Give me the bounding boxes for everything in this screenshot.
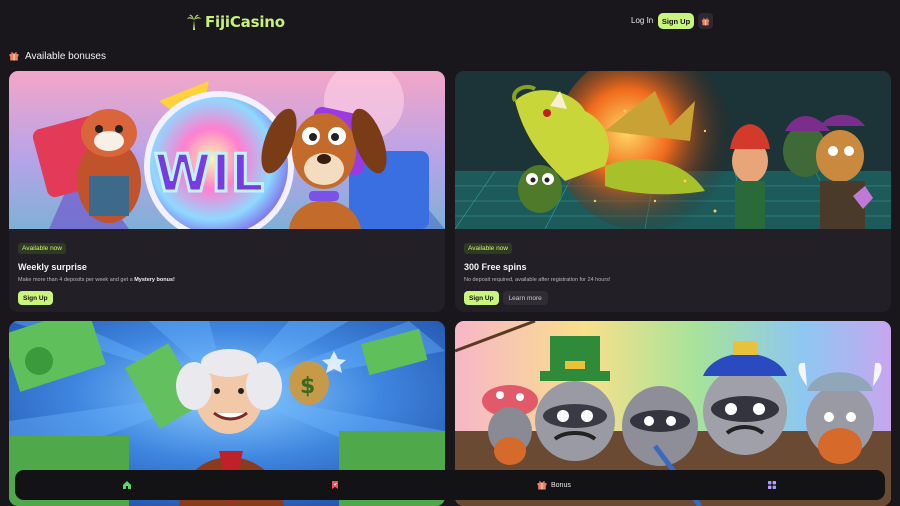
bonus-card-title: 300 Free spins — [464, 262, 527, 272]
description-highlight: Mystery bonus! — [134, 277, 175, 283]
header-signup-button[interactable]: Sign Up — [658, 13, 694, 29]
svg-text:$: $ — [300, 374, 315, 399]
bonus-card-body: Available now Weekly surprise Make more … — [18, 237, 436, 305]
section-title: Available bonuses — [25, 50, 106, 62]
logo-text: FijiCasino — [205, 13, 285, 31]
nav-games[interactable] — [767, 478, 777, 492]
gift-icon — [9, 52, 19, 61]
gift-icon — [701, 17, 710, 25]
bonus-card-body: Available now 300 Free spins No deposit … — [464, 237, 882, 305]
grid-icon — [768, 481, 776, 489]
fiji-casino-logo[interactable]: FijiCasino — [186, 12, 285, 32]
bonus-card-weekly-surprise: WIL Available now Weekly surprise Make m… — [9, 71, 445, 312]
login-link[interactable]: Log In — [627, 14, 657, 27]
bonus-card-actions: Sign Up — [18, 291, 436, 305]
home-icon — [123, 481, 131, 489]
section-heading: Available bonuses — [9, 49, 106, 63]
bookmark-icon — [332, 481, 338, 489]
header-gift-button[interactable] — [698, 13, 713, 29]
svg-text:WIL: WIL — [154, 144, 264, 204]
description-text: Make more than 4 deposits per week and g… — [18, 277, 135, 283]
bonus-card-description: Make more than 4 deposits per week and g… — [18, 277, 436, 283]
availability-badge: Available now — [18, 243, 66, 254]
top-header: FijiCasino Log In Sign Up — [0, 0, 900, 42]
bonus-card-free-spins: Available now 300 Free spins No deposit … — [455, 71, 891, 312]
bonus-card-image — [455, 71, 891, 229]
bonus-card-image: WIL — [9, 71, 445, 229]
nav-bonus-label: Bonus — [551, 481, 571, 489]
signup-button[interactable]: Sign Up — [18, 291, 53, 305]
gift-icon — [537, 481, 547, 490]
bonus-card-description: No deposit required, available after reg… — [464, 277, 611, 283]
bonus-card-title: Weekly surprise — [18, 262, 87, 272]
signup-button[interactable]: Sign Up — [464, 291, 499, 305]
nav-bonus[interactable]: Bonus — [537, 478, 571, 492]
nav-home[interactable] — [122, 478, 132, 492]
bonus-card-actions: Sign Up Learn more — [464, 291, 882, 305]
palm-tree-icon — [187, 14, 201, 30]
nav-bookmarks[interactable] — [330, 478, 340, 492]
learn-more-button[interactable]: Learn more — [502, 291, 548, 305]
bottom-navigation: Bonus — [15, 470, 885, 500]
availability-badge: Available now — [464, 243, 512, 254]
